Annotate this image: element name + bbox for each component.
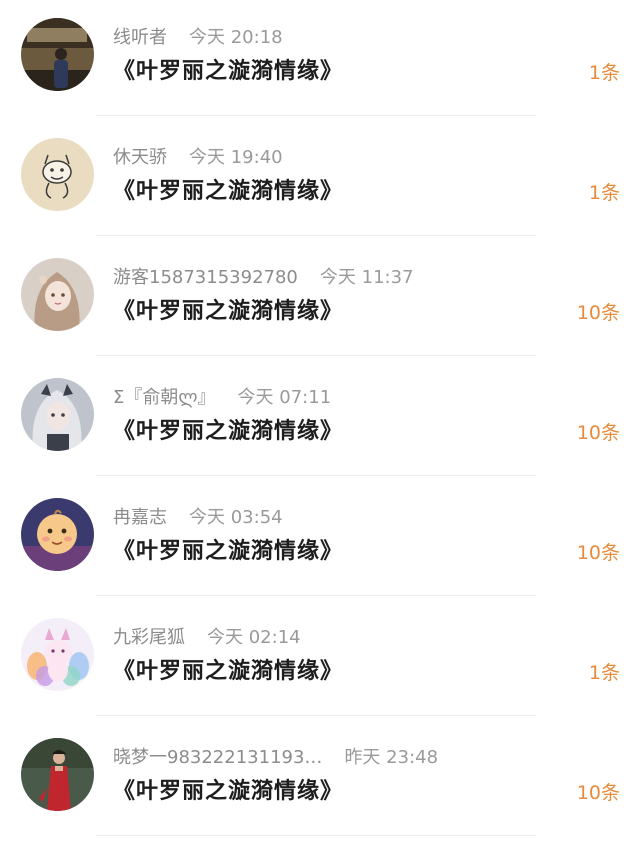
message-preview: 《叶罗丽之漩漪情缘》 — [113, 779, 344, 804]
sender-name: 晓梦一983222131193… — [113, 747, 323, 768]
message-preview: 《叶罗丽之漩漪情缘》 — [113, 179, 344, 204]
anime-girl-silver-hair-icon — [21, 378, 94, 451]
conversation-meta: 游客1587315392780 今天 11:37 — [113, 264, 414, 292]
avatar[interactable] — [21, 18, 94, 91]
message-preview: 《叶罗丽之漩漪情缘》 — [113, 59, 344, 84]
conversation-item[interactable]: 冉嘉志 今天 03:54 《叶罗丽之漩漪情缘》 10条 — [0, 480, 640, 600]
row-divider — [96, 475, 536, 476]
message-count-badge: 10条 — [576, 422, 620, 444]
sender-name: 休天骄 — [113, 147, 167, 168]
avatar[interactable] — [21, 618, 94, 691]
nine-tailed-fox-icon — [21, 618, 94, 691]
message-preview: 《叶罗丽之漩漪情缘》 — [113, 659, 344, 684]
sender-name: Σ『俞朝ლ』 — [113, 387, 216, 408]
conversation-item[interactable]: 晓梦一983222131193… 昨天 23:48 《叶罗丽之漩漪情缘》 10条 — [0, 720, 640, 840]
sender-name: 线听者 — [113, 27, 167, 48]
message-count-badge: 10条 — [576, 782, 620, 804]
row-divider — [96, 235, 536, 236]
conversation-item[interactable]: 休天骄 今天 19:40 《叶罗丽之漩漪情缘》 1条 — [0, 120, 640, 240]
message-count-badge: 1条 — [588, 62, 620, 84]
row-divider — [96, 835, 536, 836]
conversation-list: 线听者 今天 20:18 《叶罗丽之漩漪情缘》 1条 休天骄 今天 19:40 《叶… — [0, 0, 640, 845]
message-preview: 《叶罗丽之漩漪情缘》 — [113, 299, 344, 324]
avatar[interactable] — [21, 498, 94, 571]
row-divider — [96, 115, 536, 116]
person-street-photo-icon — [21, 18, 94, 91]
row-divider — [96, 715, 536, 716]
cartoon-doodle-icon — [21, 138, 94, 211]
conversation-meta: 晓梦一983222131193… 昨天 23:48 — [113, 744, 438, 772]
conversation-meta: Σ『俞朝ლ』 今天 07:11 — [113, 384, 331, 412]
timestamp: 今天 11:37 — [319, 267, 414, 288]
conversation-item[interactable]: 线听者 今天 20:18 《叶罗丽之漩漪情缘》 1条 — [0, 0, 640, 120]
sender-name: 九彩尾狐 — [113, 627, 185, 648]
sender-name: 游客1587315392780 — [113, 267, 298, 288]
conversation-item[interactable]: 游客1587315392780 今天 11:37 《叶罗丽之漩漪情缘》 10条 — [0, 240, 640, 360]
conversation-meta: 九彩尾狐 今天 02:14 — [113, 624, 301, 652]
timestamp: 今天 20:18 — [189, 27, 283, 48]
conversation-meta: 线听者 今天 20:18 — [113, 24, 283, 52]
conversation-item[interactable]: 九彩尾狐 今天 02:14 《叶罗丽之漩漪情缘》 1条 — [0, 600, 640, 720]
avatar[interactable] — [21, 138, 94, 211]
row-divider — [96, 355, 536, 356]
conversation-meta: 休天骄 今天 19:40 — [113, 144, 283, 172]
timestamp: 今天 19:40 — [189, 147, 283, 168]
avatar[interactable] — [21, 378, 94, 451]
anime-girl-icon — [21, 258, 94, 331]
timestamp: 昨天 23:48 — [344, 747, 439, 768]
message-count-badge: 10条 — [576, 542, 620, 564]
timestamp: 今天 03:54 — [189, 507, 283, 528]
timestamp: 今天 02:14 — [207, 627, 301, 648]
message-count-badge: 1条 — [588, 182, 620, 204]
avatar[interactable] — [21, 258, 94, 331]
conversation-meta: 冉嘉志 今天 03:54 — [113, 504, 283, 532]
message-preview: 《叶罗丽之漩漪情缘》 — [113, 539, 344, 564]
cartoon-baby-icon — [21, 498, 94, 571]
woman-red-dress-icon — [21, 738, 94, 811]
message-count-badge: 1条 — [588, 662, 620, 684]
message-count-badge: 10条 — [576, 302, 620, 324]
sender-name: 冉嘉志 — [113, 507, 167, 528]
timestamp: 今天 07:11 — [237, 387, 332, 408]
message-preview: 《叶罗丽之漩漪情缘》 — [113, 419, 344, 444]
conversation-item[interactable]: Σ『俞朝ლ』 今天 07:11 《叶罗丽之漩漪情缘》 10条 — [0, 360, 640, 480]
avatar[interactable] — [21, 738, 94, 811]
row-divider — [96, 595, 536, 596]
